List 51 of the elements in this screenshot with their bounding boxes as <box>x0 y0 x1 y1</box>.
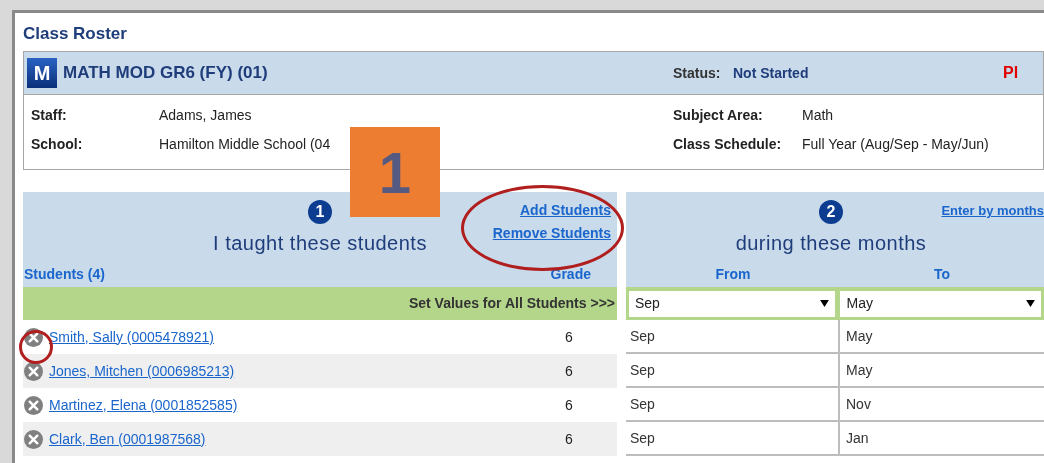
student-link[interactable]: Smith, Sally (0005478921) <box>49 326 539 348</box>
month-cell-text: May <box>845 360 874 380</box>
month-dropdown[interactable]: Sep <box>629 290 836 317</box>
detail-label: Subject Area: <box>673 106 764 125</box>
column-header: Grade <box>550 265 591 284</box>
detail-label: Staff: <box>31 106 68 125</box>
class-name: MATH MOD GR6 (FY) (01) <box>63 62 269 85</box>
panel-heading: I taught these students <box>213 231 427 256</box>
step-badge: 1 <box>308 200 332 224</box>
month-cell-text: May <box>845 326 874 346</box>
month-cell-text: Nov <box>845 394 872 414</box>
status-text: Pl <box>1003 63 1019 83</box>
enter-by-months-link[interactable]: Enter by months <box>941 201 1044 221</box>
remove-icon[interactable] <box>24 327 43 347</box>
status-label: Status: <box>673 63 722 83</box>
column-header: To <box>932 265 952 284</box>
remove-icon[interactable] <box>24 395 43 415</box>
grade-cell-text: 6 <box>564 361 574 381</box>
class-icon: M <box>27 58 57 88</box>
set-all-label: Set Values for All Students >>> <box>408 294 615 313</box>
student-link[interactable]: Clark, Ben (0001987568) <box>49 428 539 450</box>
month-cell: Sep <box>626 320 840 352</box>
detail-value: Adams, James <box>159 106 252 125</box>
step-badge: 2 <box>819 200 843 224</box>
page-title: Class Roster <box>23 23 128 45</box>
dropdown-arrow-icon <box>1026 300 1035 307</box>
month-cell: Sep <box>626 354 840 386</box>
student-link[interactable]: Martinez, Elena (0001852585) <box>49 394 539 416</box>
column-header: Students (4) <box>24 265 105 284</box>
month-cell: Sep <box>626 422 840 454</box>
detail-value: Hamilton Middle School (04 <box>159 135 331 154</box>
student-action-link[interactable]: Add Students <box>520 200 611 221</box>
detail-label: School: <box>31 135 84 154</box>
month-cell-text: Jan <box>845 428 870 448</box>
month-cell: Sep <box>626 388 840 420</box>
panel-heading: during these months <box>735 231 927 256</box>
column-header: From <box>714 265 752 284</box>
student-action-link[interactable]: Remove Students <box>492 223 611 244</box>
student-link[interactable]: Jones, Mitchen (0006985213) <box>49 360 539 382</box>
detail-value: Math <box>802 106 834 125</box>
detail-label: Class Schedule: <box>673 135 783 154</box>
status-value: Not Started <box>733 63 810 83</box>
detail-value: Full Year (Aug/Sep - May/Jun) <box>802 135 989 154</box>
grade-cell-text: 6 <box>564 327 574 347</box>
grade-cell-text: 6 <box>564 429 574 449</box>
grade-cell-text: 6 <box>564 395 574 415</box>
dropdown-arrow-icon <box>820 300 830 307</box>
callout-number: 1 <box>350 127 440 217</box>
remove-icon[interactable] <box>24 361 43 381</box>
remove-icon[interactable] <box>24 429 43 449</box>
month-dropdown[interactable]: May <box>840 290 1041 317</box>
